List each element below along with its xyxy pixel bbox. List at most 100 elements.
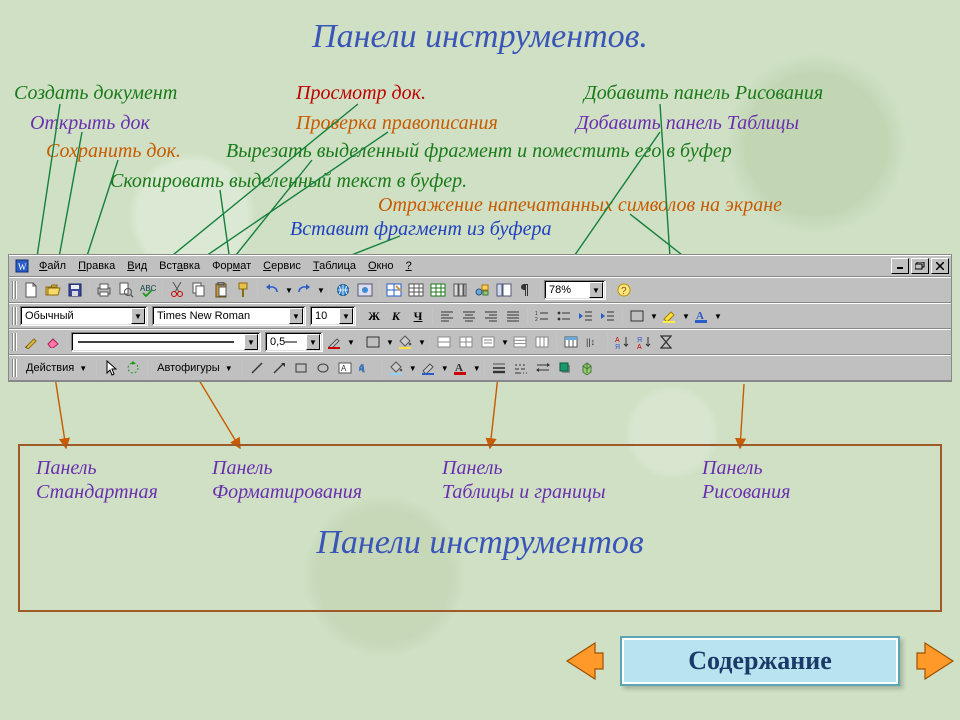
- change-direction-icon[interactable]: ||↕: [582, 331, 604, 353]
- shading-color-icon[interactable]: [394, 331, 416, 353]
- cell-align-icon[interactable]: [477, 331, 499, 353]
- shadow-icon[interactable]: [554, 357, 576, 379]
- fill-color-icon[interactable]: [385, 357, 407, 379]
- rotate-icon[interactable]: [122, 357, 144, 379]
- format-painter-icon[interactable]: [232, 279, 254, 301]
- redo-icon[interactable]: [293, 279, 315, 301]
- bold-button[interactable]: Ж: [363, 305, 385, 327]
- 3d-icon[interactable]: [576, 357, 598, 379]
- distribute-cols-icon[interactable]: [531, 331, 553, 353]
- draw-table-icon[interactable]: [20, 331, 42, 353]
- fill-color-dropdown-icon[interactable]: ▼: [407, 357, 417, 379]
- toolbar-grip[interactable]: [12, 359, 17, 377]
- paste-icon[interactable]: [210, 279, 232, 301]
- toolbar-grip[interactable]: [12, 307, 17, 325]
- contents-button[interactable]: Содержание: [620, 636, 900, 686]
- bullet-list-icon[interactable]: [553, 305, 575, 327]
- preview-icon[interactable]: [115, 279, 137, 301]
- chevron-down-icon[interactable]: ▼: [131, 308, 145, 324]
- outside-border-icon[interactable]: [626, 305, 648, 327]
- split-cells-icon[interactable]: [455, 331, 477, 353]
- dash-style-icon[interactable]: [510, 357, 532, 379]
- distribute-rows-icon[interactable]: [509, 331, 531, 353]
- align-left-icon[interactable]: [436, 305, 458, 327]
- border-select-dropdown-icon[interactable]: ▼: [384, 331, 394, 353]
- excel-icon[interactable]: [427, 279, 449, 301]
- font-color-dropdown-icon[interactable]: ▼: [712, 305, 722, 327]
- line-color-icon[interactable]: [417, 357, 439, 379]
- undo-icon[interactable]: [261, 279, 283, 301]
- line-icon[interactable]: [246, 357, 268, 379]
- next-arrow-icon[interactable]: [912, 634, 960, 688]
- menu-window[interactable]: Окно: [362, 258, 400, 274]
- numbered-list-icon[interactable]: 12: [531, 305, 553, 327]
- autosum-icon[interactable]: [655, 331, 677, 353]
- redo-dropdown-icon[interactable]: ▼: [315, 279, 325, 301]
- underline-button[interactable]: Ч: [407, 305, 429, 327]
- cell-align-dropdown-icon[interactable]: ▼: [499, 331, 509, 353]
- show-para-icon[interactable]: [515, 279, 537, 301]
- menu-insert[interactable]: Вставка: [153, 258, 206, 274]
- font-color-dropdown-icon[interactable]: ▼: [471, 357, 481, 379]
- menu-format[interactable]: Формат: [206, 258, 257, 274]
- outdent-icon[interactable]: [575, 305, 597, 327]
- cut-icon[interactable]: [166, 279, 188, 301]
- hyperlink-icon[interactable]: [332, 279, 354, 301]
- copy-icon[interactable]: [188, 279, 210, 301]
- line-style-combo[interactable]: ▼: [71, 332, 261, 352]
- wordart-icon[interactable]: A: [356, 357, 378, 379]
- select-icon[interactable]: [100, 357, 122, 379]
- menu-edit[interactable]: Правка: [72, 258, 121, 274]
- font-combo[interactable]: Times New Roman▼: [152, 306, 306, 326]
- prev-arrow-icon[interactable]: [554, 634, 608, 688]
- close-icon[interactable]: [931, 258, 949, 274]
- insert-table-icon[interactable]: [405, 279, 427, 301]
- chevron-down-icon[interactable]: ▼: [244, 334, 258, 350]
- font-size-combo[interactable]: 10▼: [310, 306, 356, 326]
- shading-dropdown-icon[interactable]: ▼: [416, 331, 426, 353]
- restore-icon[interactable]: [911, 258, 929, 274]
- open-icon[interactable]: [42, 279, 64, 301]
- justify-icon[interactable]: [502, 305, 524, 327]
- toolbar-grip[interactable]: [12, 281, 17, 299]
- outside-border-icon[interactable]: [362, 331, 384, 353]
- line-weight-combo[interactable]: 0,5▼: [265, 332, 323, 352]
- print-icon[interactable]: [93, 279, 115, 301]
- italic-button[interactable]: К: [385, 305, 407, 327]
- border-color-icon[interactable]: [323, 331, 345, 353]
- spell-icon[interactable]: ABC: [137, 279, 159, 301]
- oval-icon[interactable]: [312, 357, 334, 379]
- rectangle-icon[interactable]: [290, 357, 312, 379]
- border-dropdown-icon[interactable]: ▼: [648, 305, 658, 327]
- toolbar-grip[interactable]: [12, 333, 17, 351]
- save-icon[interactable]: [64, 279, 86, 301]
- table-autoformat-icon[interactable]: [560, 331, 582, 353]
- line-style-icon[interactable]: [488, 357, 510, 379]
- style-combo[interactable]: Обычный▼: [20, 306, 148, 326]
- menu-view[interactable]: Вид: [121, 258, 153, 274]
- help-icon[interactable]: ?: [613, 279, 635, 301]
- chevron-down-icon[interactable]: ▼: [589, 282, 603, 298]
- sort-desc-icon[interactable]: ЯА: [633, 331, 655, 353]
- arrow-icon[interactable]: [268, 357, 290, 379]
- drawing-actions-button[interactable]: Действия▼: [20, 357, 93, 379]
- font-color-icon[interactable]: A: [690, 305, 712, 327]
- menu-table[interactable]: Таблица: [307, 258, 362, 274]
- web-toolbar-icon[interactable]: [354, 279, 376, 301]
- drawing-toolbar-icon[interactable]: [471, 279, 493, 301]
- undo-dropdown-icon[interactable]: ▼: [283, 279, 293, 301]
- indent-icon[interactable]: [597, 305, 619, 327]
- minimize-icon[interactable]: [891, 258, 909, 274]
- tables-borders-icon[interactable]: [383, 279, 405, 301]
- merge-cells-icon[interactable]: [433, 331, 455, 353]
- textbox-icon[interactable]: A: [334, 357, 356, 379]
- menu-help[interactable]: ?: [400, 258, 418, 274]
- border-color-dropdown-icon[interactable]: ▼: [345, 331, 355, 353]
- sort-asc-icon[interactable]: АЯ: [611, 331, 633, 353]
- menu-tools[interactable]: Сервис: [257, 258, 307, 274]
- zoom-combo[interactable]: 78%▼: [544, 280, 606, 300]
- highlight-dropdown-icon[interactable]: ▼: [680, 305, 690, 327]
- align-center-icon[interactable]: [458, 305, 480, 327]
- highlight-icon[interactable]: [658, 305, 680, 327]
- doc-map-icon[interactable]: [493, 279, 515, 301]
